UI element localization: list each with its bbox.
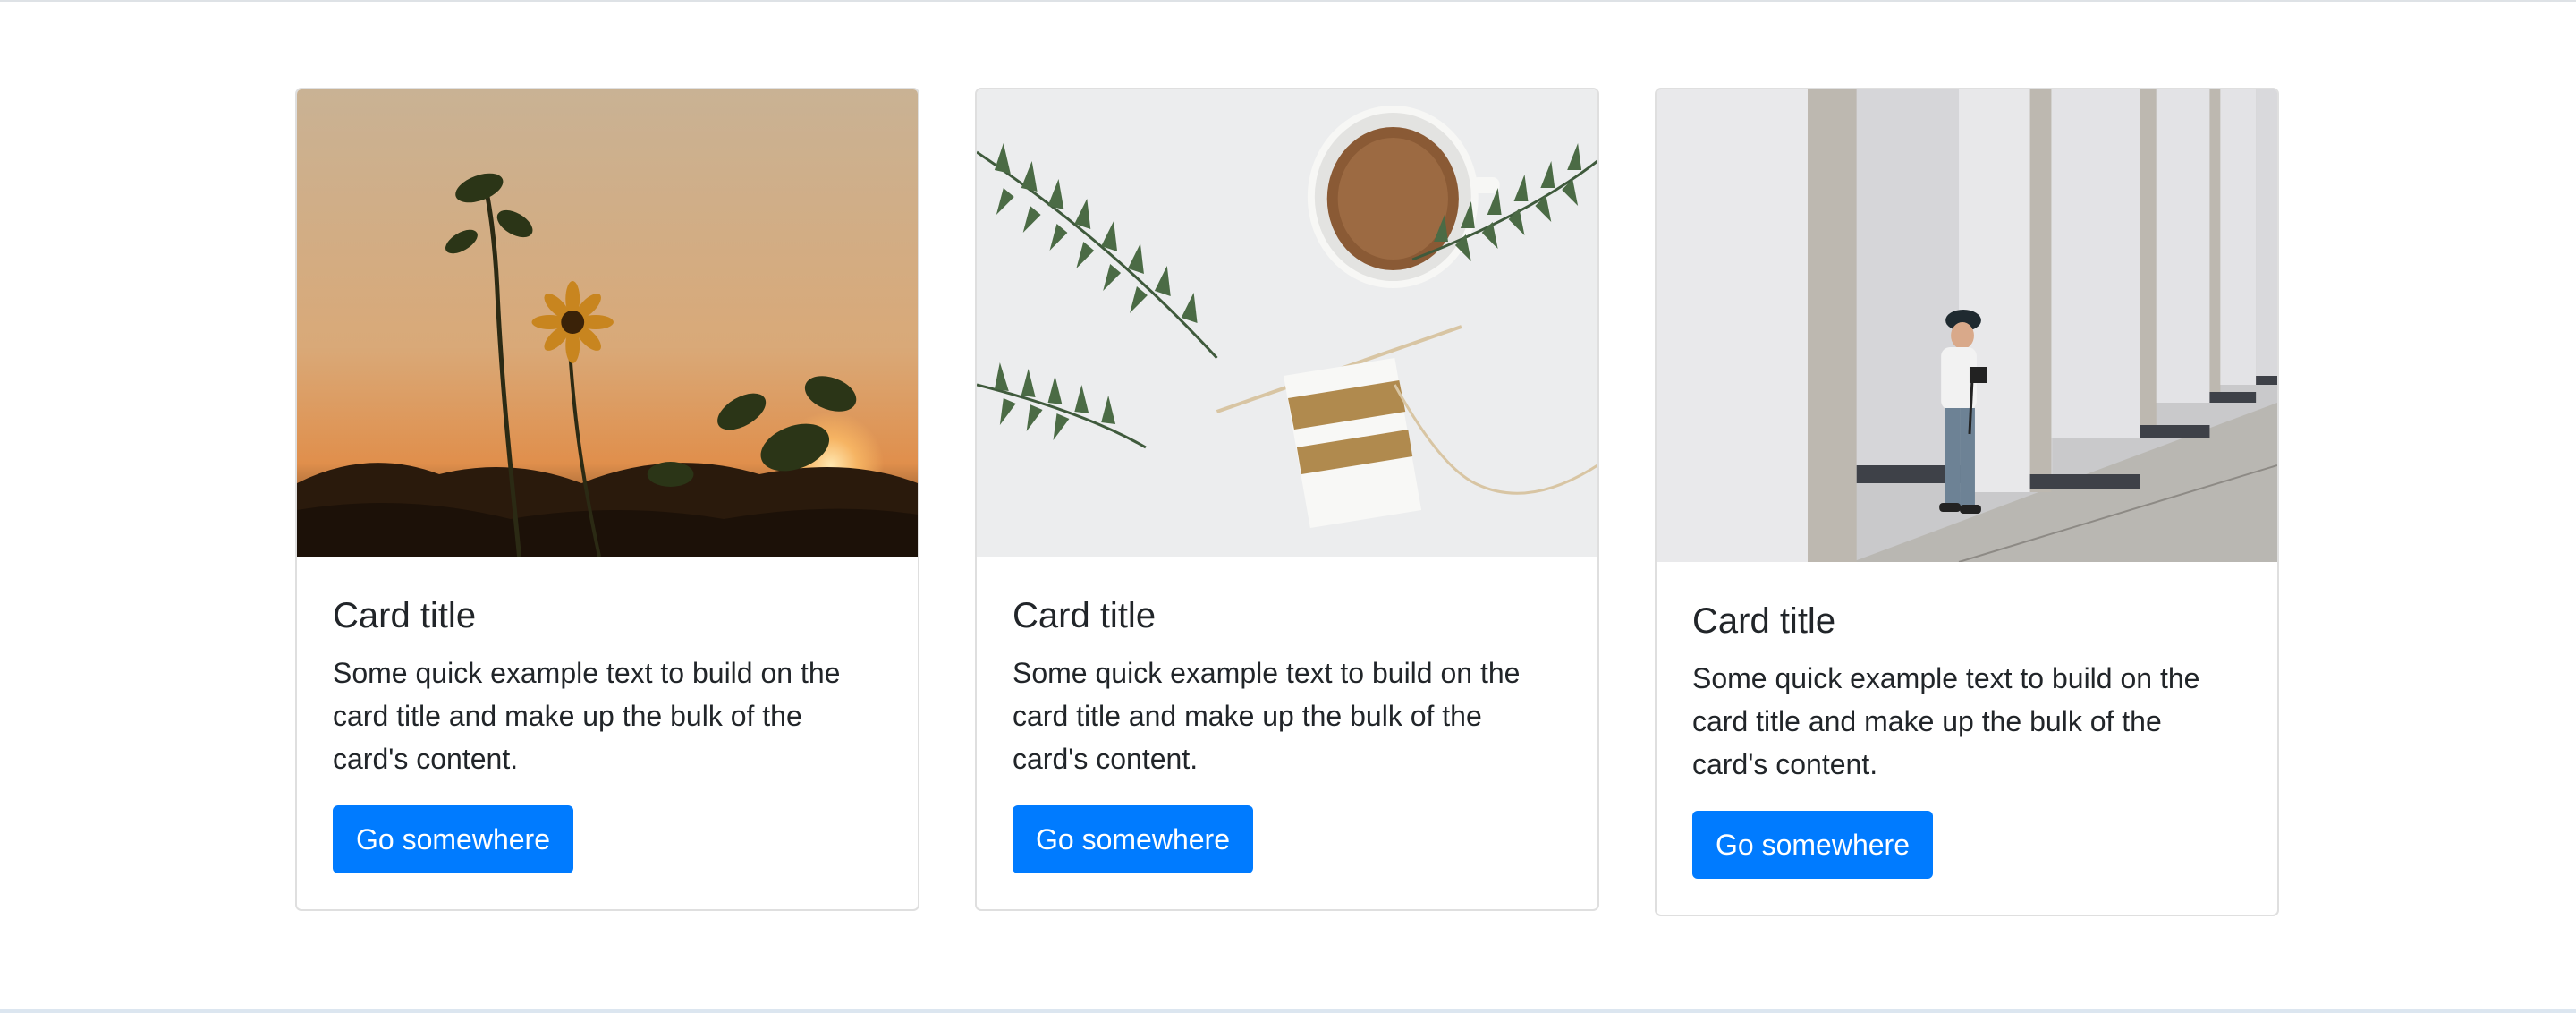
- top-divider: [0, 0, 2576, 2]
- card-3-image-photographer-columns: [1657, 89, 2277, 562]
- card-title: Card title: [333, 596, 477, 635]
- card-title: Card title: [1692, 601, 1836, 641]
- bottom-divider: [0, 1009, 2576, 1013]
- card-text: Some quick example text to build on the …: [1013, 657, 1521, 775]
- card-2: Card title Some quick example text to bu…: [975, 88, 1599, 911]
- card-text: Some quick example text to build on the …: [1692, 662, 2200, 780]
- card-text: Some quick example text to build on the …: [333, 657, 841, 775]
- card-title: Card title: [1013, 596, 1157, 635]
- card-3: Card title Some quick example text to bu…: [1655, 88, 2279, 916]
- go-somewhere-button[interactable]: Go somewhere: [1692, 811, 1933, 879]
- card-2-image-coffee-knitting: [977, 89, 1597, 557]
- go-somewhere-button[interactable]: Go somewhere: [333, 805, 573, 873]
- go-somewhere-button[interactable]: Go somewhere: [1013, 805, 1253, 873]
- card-1: Card title Some quick example text to bu…: [295, 88, 919, 911]
- card-1-image-sunflower: [297, 89, 918, 557]
